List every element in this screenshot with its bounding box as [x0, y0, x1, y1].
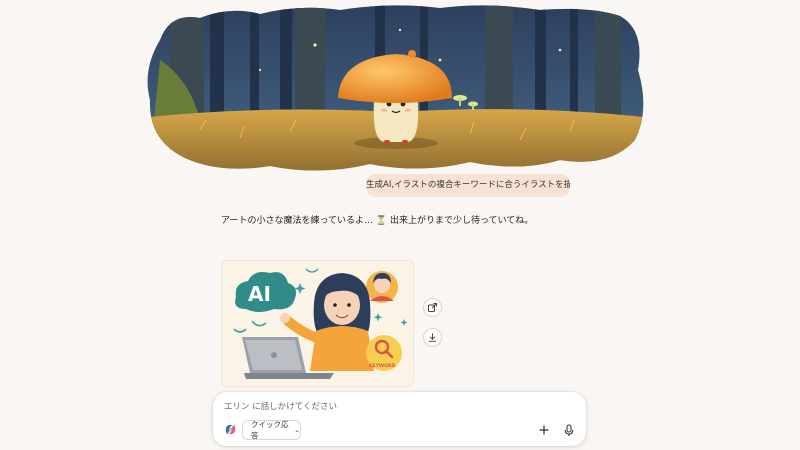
microphone-button[interactable]: [561, 422, 577, 438]
user-message-text: 生成AI,イラストの複合キーワードに合うイラストを描いて。: [366, 180, 570, 190]
microphone-icon: [564, 423, 574, 436]
mushroom-forest-illustration: [140, 0, 652, 178]
download-button[interactable]: [423, 328, 442, 347]
ai-label: AI: [248, 282, 271, 306]
share-icon: [428, 303, 437, 312]
plus-icon: [539, 425, 549, 435]
generated-image[interactable]: AI KEYWORD: [221, 260, 414, 387]
message-input[interactable]: [224, 400, 574, 414]
copilot-logo-icon: [225, 424, 236, 435]
quick-reply-label: クイック応答: [251, 420, 289, 440]
add-button[interactable]: [536, 422, 552, 438]
user-message-bubble: 生成AI,イラストの複合キーワードに合うイラストを描いて。: [366, 174, 570, 197]
keyword-label: KEYWORD: [369, 363, 396, 369]
assistant-message-text: アートの小さな魔法を練っているよ… ⏳ 出来上がりまで少し待っていてね。: [221, 216, 534, 226]
quick-reply-dropdown[interactable]: クイック応答 ⌄: [242, 420, 301, 440]
download-icon: [429, 333, 436, 342]
chevron-down-icon: ⌄: [294, 426, 300, 434]
share-button[interactable]: [423, 298, 442, 317]
